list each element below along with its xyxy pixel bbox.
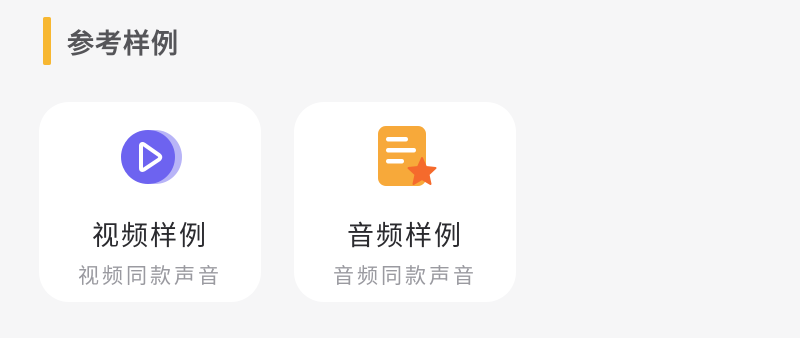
audio-document-star-icon	[370, 124, 440, 190]
video-sample-card[interactable]: 视频样例 视频同款声音	[39, 102, 261, 302]
video-play-icon	[115, 124, 185, 190]
video-sample-title: 视频样例	[92, 221, 208, 252]
audio-sample-subtitle: 音频同款声音	[333, 264, 477, 288]
audio-sample-card[interactable]: 音频样例 音频同款声音	[294, 102, 516, 302]
section-accent-bar	[43, 17, 51, 65]
audio-sample-title: 音频样例	[347, 221, 463, 252]
video-sample-subtitle: 视频同款声音	[78, 264, 222, 288]
section-header: 参考样例	[43, 17, 179, 65]
section-title: 参考样例	[67, 28, 179, 60]
